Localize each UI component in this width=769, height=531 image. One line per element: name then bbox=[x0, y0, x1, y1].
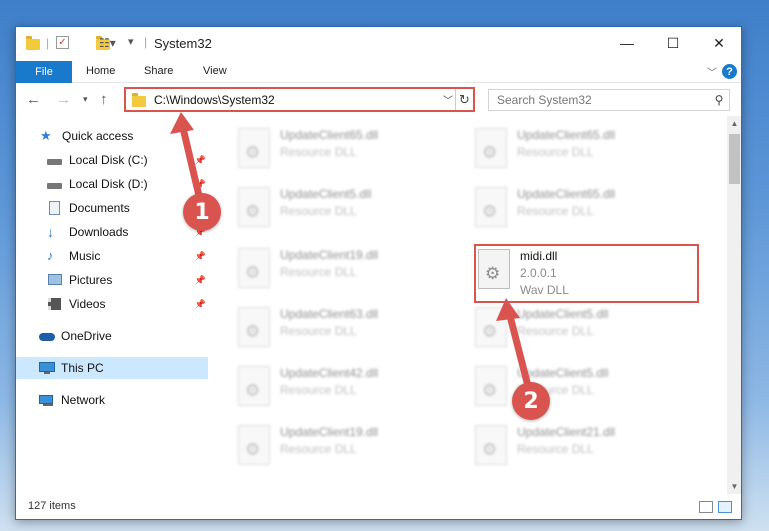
step-2-badge: 2 bbox=[512, 382, 550, 420]
annotation-arrow-2 bbox=[506, 312, 532, 390]
step-1-badge: 1 bbox=[183, 193, 221, 231]
annotation-arrow-1 bbox=[179, 124, 204, 204]
annotation-arrows bbox=[170, 112, 532, 390]
annotation-arrowhead-2 bbox=[496, 298, 520, 321]
annotation-arrowhead-1 bbox=[170, 112, 194, 134]
